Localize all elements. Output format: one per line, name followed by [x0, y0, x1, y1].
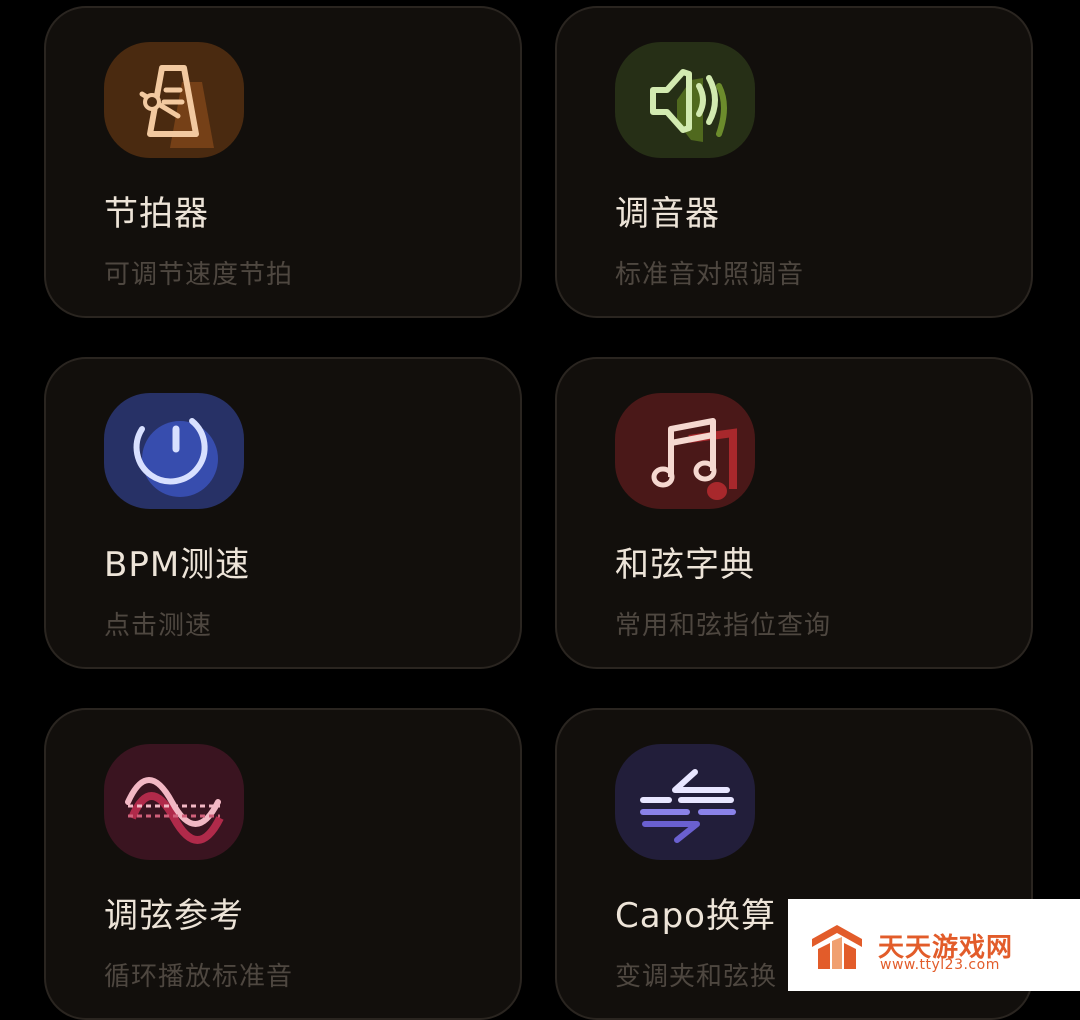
metronome-card[interactable]: 节拍器 可调节速度节拍 [44, 6, 522, 318]
card-subtitle: 循环播放标准音 [104, 962, 294, 992]
watermark-url: www.ttyl23.com [880, 957, 1000, 973]
bpm-card[interactable]: BPM测速 点击测速 [44, 357, 522, 669]
sine-wave-icon [104, 744, 244, 860]
tempo-dial-icon [104, 393, 244, 509]
card-subtitle: 可调节速度节拍 [104, 260, 294, 290]
card-subtitle: 变调夹和弦换 [615, 962, 778, 992]
card-subtitle: 点击测速 [104, 611, 213, 641]
card-title: 和弦字典 [615, 545, 755, 585]
site-watermark: 天天游戏网 www.ttyl23.com [788, 899, 1080, 991]
music-note-icon [615, 393, 755, 509]
string-reference-card[interactable]: 调弦参考 循环播放标准音 [44, 708, 522, 1020]
card-title: BPM测速 [104, 545, 251, 585]
card-subtitle: 标准音对照调音 [615, 260, 805, 290]
card-title: 节拍器 [104, 194, 209, 234]
speaker-tuner-icon [615, 42, 755, 158]
card-title: 调音器 [615, 194, 720, 234]
tuner-card[interactable]: 调音器 标准音对照调音 [555, 6, 1033, 318]
watermark-logo-icon [812, 925, 862, 969]
capo-convert-icon [615, 744, 755, 860]
card-title: Capo换算 [615, 896, 776, 936]
chord-dictionary-card[interactable]: 和弦字典 常用和弦指位查询 [555, 357, 1033, 669]
metronome-icon [104, 42, 244, 158]
card-title: 调弦参考 [104, 896, 244, 936]
card-subtitle: 常用和弦指位查询 [615, 611, 832, 641]
